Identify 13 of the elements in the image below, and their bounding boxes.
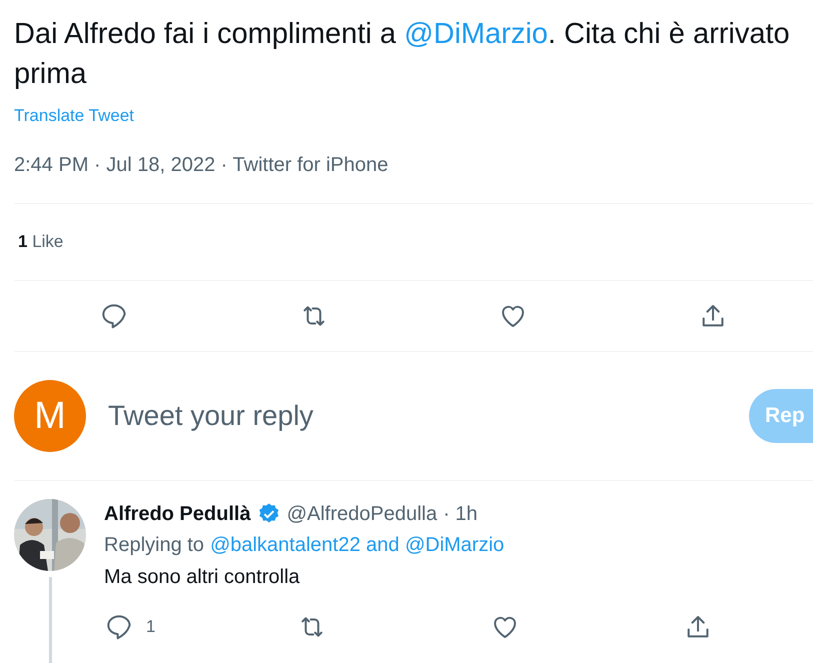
reply-button[interactable]: 1 [104, 612, 164, 642]
tweet-timestamp: 2:44 PM · Jul 18, 2022 · Twitter for iPhone [14, 154, 390, 178]
replying-label: Replying to [104, 533, 204, 558]
post-time: · 1h [443, 502, 478, 526]
reply-text: Ma sono altri controlla [104, 565, 301, 590]
user-avatar: M [14, 380, 86, 452]
mention-link[interactable]: @DiMarzio [404, 18, 548, 50]
author-handle: @AlfredoPedulla [286, 502, 438, 526]
author-name[interactable]: Alfredo Pedullà [104, 502, 251, 526]
tweet-text: Dai Alfredo fai i complimenti a @DiMarzio. Cita chi è arrivato prima [14, 17, 791, 92]
like-count[interactable]: 1 Like [14, 204, 813, 280]
mention-link[interactable]: @balkantalent22 and @DiMarzio [210, 529, 504, 562]
translate-link[interactable]: Translate Tweet [14, 106, 134, 126]
